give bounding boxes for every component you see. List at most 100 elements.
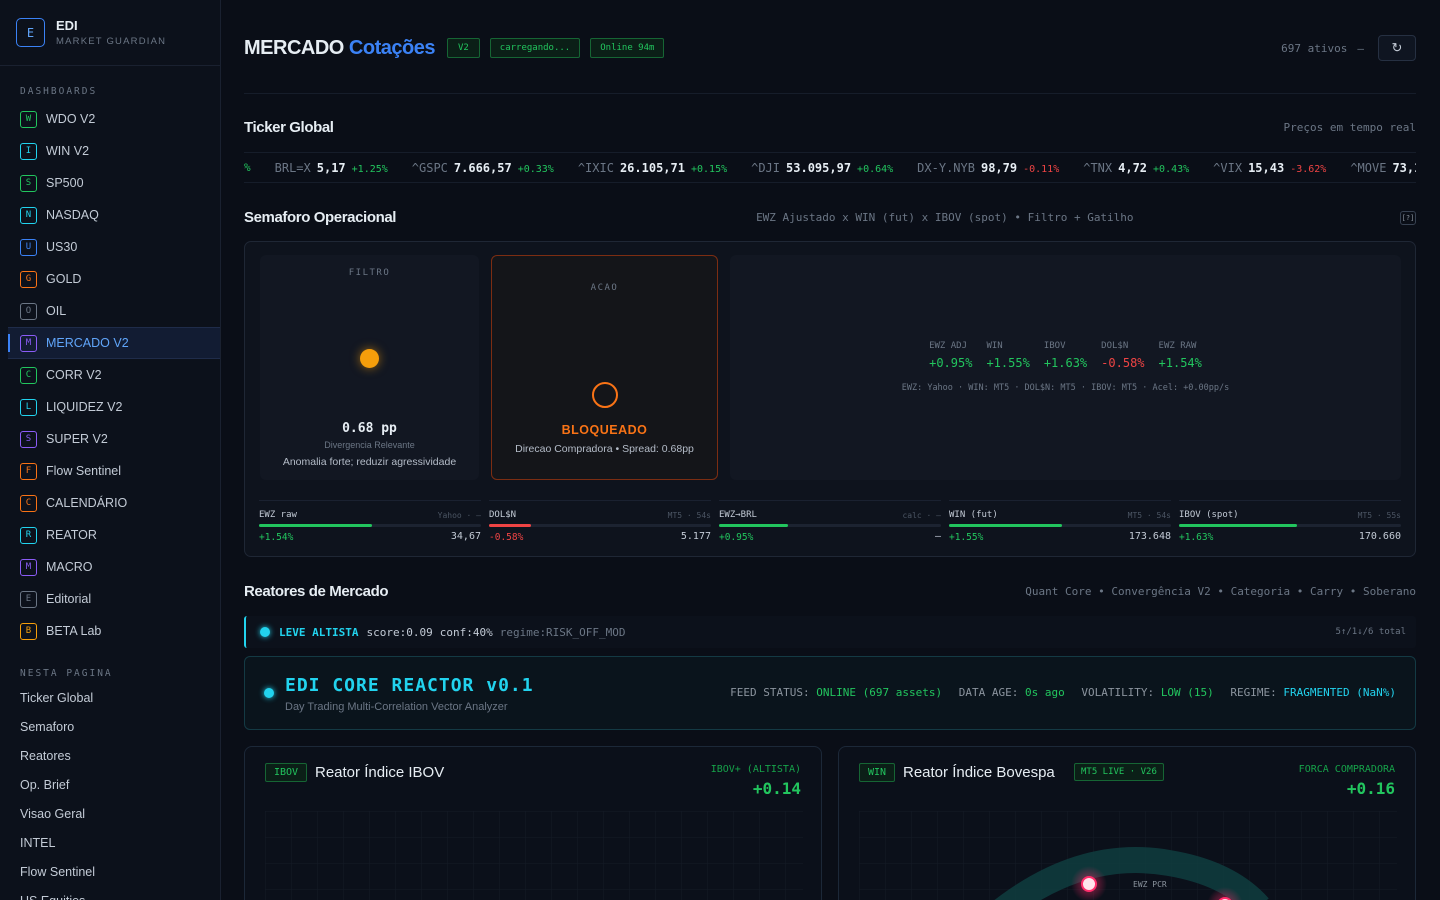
sidebar-item-badge: N [20,206,37,224]
metric-ewz-raw: EWZ RAW +1.54% [1159,341,1202,370]
divider [244,93,1416,94]
refresh-button[interactable]: ↻ [1378,35,1416,61]
page-link-semaforo[interactable]: Semaforo [0,712,220,741]
sidebar-item-label: OIL [46,304,67,318]
filtro-card: FILTRO 0.68 pp Divergencia Relevante Ano… [260,255,479,480]
status-regime: regime:RISK_OFF_MOD [499,625,626,639]
volatility-label: VOLATILITY: [1081,686,1155,699]
status-score: score:0.09 [366,625,433,639]
sidebar-item-super-v2[interactable]: S SUPER V2 [0,423,220,455]
page-title: MERCADO Cotações [244,37,435,60]
core-title: EDI CORE REACTOR v0.1 [285,675,534,696]
sidebar-item-calend-rio[interactable]: C CALENDÁRIO [0,487,220,519]
metric-value: -0.58% [1101,356,1145,370]
core-dot-icon [264,688,274,698]
mt5-live-badge: MT5 LIVE · V26 [1074,763,1164,781]
page-title-main: MERCADO [244,36,344,59]
sidebar-item-badge: U [20,238,37,256]
sidebar-item-oil[interactable]: O OIL [0,295,220,327]
metrics-sources: EWZ: Yahoo · WIN: MT5 · DOL$N: MT5 · IBO… [901,383,1230,393]
sidebar-item-badge: F [20,462,37,480]
ticker-price: 15,43 [1248,160,1285,175]
ticker-item[interactable]: BRL=X 5,17 +1.25% [275,161,412,175]
ticker-change: +0.15% [690,163,728,175]
ticker-item[interactable]: ^TNX 4,72 +0.43% [1083,161,1213,175]
sidebar-item-label: BETA Lab [46,624,102,638]
brand[interactable]: E EDI MARKET GUARDIAN [0,0,220,66]
sidebar-item-badge: C [20,366,37,384]
page-link-us-equities[interactable]: US Equities [0,886,220,900]
sidebar-item-wdo-v2[interactable]: W WDO V2 [0,103,220,135]
filtro-indicator-light [360,349,379,368]
bar-value: 170.660 [1358,531,1401,542]
sidebar-item-macro[interactable]: M MACRO [0,551,220,583]
bar-track [1179,524,1401,527]
metric-value: +1.55% [986,356,1030,370]
sidebar-item-reator[interactable]: R REATOR [0,519,220,551]
reatores-title: Reatores de Mercado [244,583,389,600]
status-label: LEVE ALTISTA [279,625,359,639]
instrument-bar-dol-n: DOL$N MT5 · 54s -0.58% 5.177 [489,500,711,544]
status-dot-icon [260,627,270,637]
bar-track [489,524,711,527]
page-title-accent: Cotações [348,36,436,59]
sidebar-item-flow-sentinel[interactable]: F Flow Sentinel [0,455,220,487]
semaforo-section-header: Semaforo Operacional EWZ Ajustado x WIN … [244,209,1416,226]
help-button[interactable]: [?] [1400,210,1416,225]
ticker-symbol: ^MOVE [1350,160,1387,175]
sidebar-item-nasdaq[interactable]: N NASDAQ [0,199,220,231]
instrument-bar-ibov-spot-: IBOV (spot) MT5 · 55s +1.63% 170.660 [1179,500,1401,544]
semaforo-title: Semaforo Operacional [244,209,397,226]
acao-detail: Direcao Compradora • Spread: 0.68pp [515,443,694,455]
acao-indicator-ring [592,382,618,408]
sidebar-item-editorial[interactable]: E Editorial [0,583,220,615]
reactor-title: Reator Índice IBOV [315,764,445,781]
bar-fill [489,524,532,527]
page-link-flow-sentinel[interactable]: Flow Sentinel [0,857,220,886]
sidebar-item-sp500[interactable]: S SP500 [0,167,220,199]
instrument-bar-ewz-raw: EWZ raw Yahoo · — +1.54% 34,67 [259,500,481,544]
ticker-item[interactable]: ^IXIC 26.105,71 +0.15% [578,161,751,175]
core-subtitle: Day Trading Multi-Correlation Vector Ana… [285,701,508,713]
bar-track [719,524,941,527]
core-reactor-box: EDI CORE REACTOR v0.1 Day Trading Multi-… [244,656,1416,730]
sidebar-item-beta-lab[interactable]: B BETA Lab [0,615,220,647]
age-value: 0s ago [1024,686,1065,699]
sidebar-item-badge: L [20,398,37,416]
page-link-ticker-global[interactable]: Ticker Global [0,683,220,712]
header: MERCADO Cotações V2 carregando... Online… [244,34,1416,62]
ticker-item[interactable]: ^VIX 15,43 -3.62% [1213,161,1350,175]
page-link-visao-geral[interactable]: Visao Geral [0,799,220,828]
reatores-subtitle: Quant Core • Convergência V2 • Categoria… [1025,585,1416,598]
bar-source: MT5 · 55s [1357,511,1401,520]
reactor-node-label: EWZ PCR [1133,880,1167,889]
bar-name: DOL$N [489,510,517,520]
sidebar-item-label: LIQUIDEZ V2 [46,400,123,414]
metric-label: WIN [986,341,1003,351]
ticker-item[interactable]: DX-Y.NYB 98,79 -0.11% [917,161,1083,175]
ticker-item[interactable]: ^DJI 53.095,97 +0.64% [751,161,917,175]
sidebar-item-label: Editorial [46,592,92,606]
sidebar-item-liquidez-v2[interactable]: L LIQUIDEZ V2 [0,391,220,423]
sidebar-item-badge: M [20,334,37,352]
bar-source: MT5 · 54s [667,511,711,520]
sidebar-item-win-v2[interactable]: I WIN V2 [0,135,220,167]
age-label: DATA AGE: [958,686,1019,699]
metric-value: +0.95% [929,356,973,370]
sidebar-item-badge: M [20,558,37,576]
ticker-item[interactable]: ^MOVE 73,18 [1350,161,1416,175]
sidebar-item-gold[interactable]: G GOLD [0,263,220,295]
bar-track [949,524,1171,527]
page-link-op-brief[interactable]: Op. Brief [0,770,220,799]
sidebar-item-mercado-v2[interactable]: M MERCADO V2 [8,327,220,359]
main-content: MERCADO Cotações V2 carregando... Online… [221,0,1440,900]
page-link-reatores[interactable]: Reatores [0,741,220,770]
page-link-intel[interactable]: INTEL [0,828,220,857]
metric-win: WIN +1.55% [986,341,1029,370]
feed-value: ONLINE (697 assets) [816,686,943,699]
sidebar-item-corr-v2[interactable]: C CORR V2 [0,359,220,391]
sidebar-item-us30[interactable]: U US30 [0,231,220,263]
sidebar-item-badge: W [20,110,37,128]
ticker-item[interactable]: ^GSPC 7.666,57 +0.33% [412,161,578,175]
ticker-price: 73,18 [1392,160,1416,175]
